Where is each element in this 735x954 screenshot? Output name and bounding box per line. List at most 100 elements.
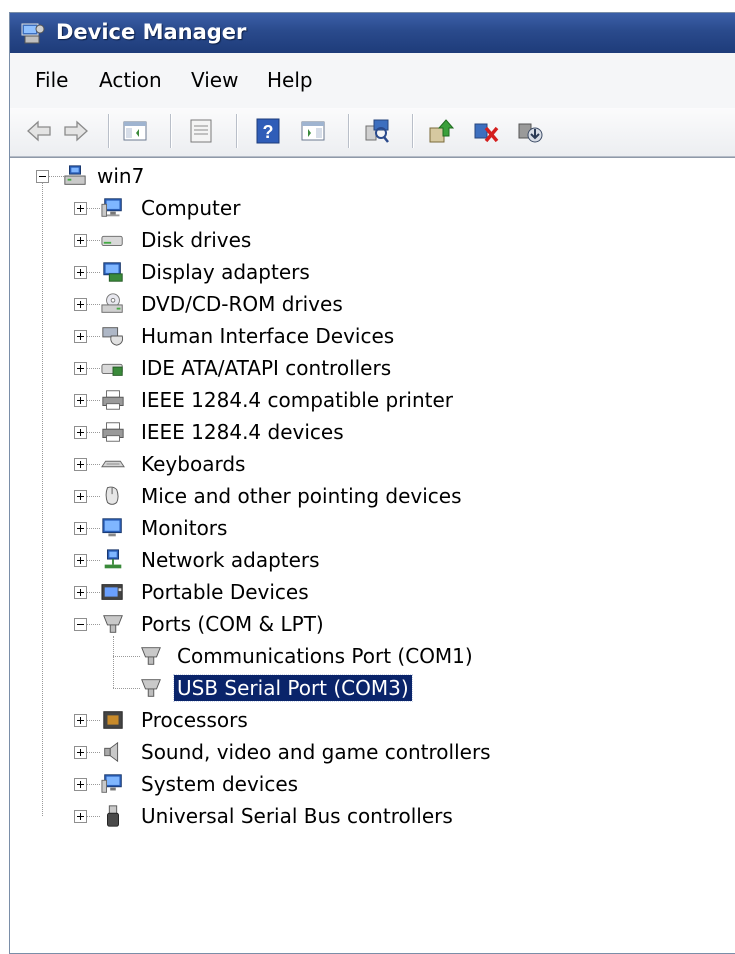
- monitor-icon: [102, 518, 122, 537]
- tree-connector-line: [87, 208, 100, 209]
- category-keyboards-label: Keyboards: [141, 452, 246, 476]
- expand-toggle-display-adapters[interactable]: [74, 266, 87, 279]
- title-bar[interactable]: Device Manager: [10, 13, 735, 53]
- tree-connector-line: [87, 304, 100, 305]
- tree-connector-line: [113, 656, 140, 657]
- back-icon[interactable]: [24, 116, 54, 146]
- port-icon: [141, 679, 161, 697]
- menu-bar: File Action View Help: [10, 53, 735, 109]
- device-tree[interactable]: win7 Computer Disk drives Display adapters D…: [10, 157, 735, 953]
- tree-connector-line: [87, 528, 100, 529]
- category-ide-ata-atapi-controllers-label: IDE ATA/ATAPI controllers: [141, 356, 392, 380]
- expand-toggle-monitors[interactable]: [74, 522, 87, 535]
- tree-connector-line: [113, 688, 140, 689]
- expand-toggle-ieee-1284-4-compatible-printer[interactable]: [74, 394, 87, 407]
- portable-device-icon: [101, 584, 123, 600]
- tree-connector-line: [87, 464, 100, 465]
- category-network-adapters-label: Network adapters: [141, 548, 320, 572]
- category-universal-serial-bus-controllers-label: Universal Serial Bus controllers: [141, 804, 453, 828]
- toolbar-separator: [170, 114, 171, 148]
- tree-connector-line: [87, 560, 100, 561]
- action-pane-icon[interactable]: [298, 116, 328, 146]
- tree-connector-line: [87, 240, 100, 241]
- printer-icon: [102, 390, 124, 410]
- expand-toggle-ieee-1284-4-devices[interactable]: [74, 426, 87, 439]
- category-sound-video-and-game-controllers-label: Sound, video and game controllers: [141, 740, 491, 764]
- tree-connector-line: [87, 400, 100, 401]
- device-manager-app-icon: [21, 23, 45, 44]
- tree-connector-line: [87, 784, 100, 785]
- expand-toggle-processors[interactable]: [74, 714, 87, 727]
- help-icon[interactable]: ?: [253, 116, 283, 146]
- properties-icon[interactable]: [186, 116, 216, 146]
- tree-connector-line: [87, 336, 100, 337]
- toolbar-separator: [348, 114, 349, 148]
- printer-icon: [102, 422, 124, 442]
- uninstall-icon[interactable]: [471, 116, 501, 146]
- menu-view[interactable]: View: [191, 68, 238, 92]
- category-disk-drives-label: Disk drives: [141, 228, 252, 252]
- port-usb-serial-port-com3-label: USB Serial Port (COM3): [173, 674, 413, 702]
- forward-icon[interactable]: [61, 116, 91, 146]
- menu-help[interactable]: Help: [267, 68, 313, 92]
- tree-connector-line: [87, 432, 100, 433]
- expand-toggle-disk-drives[interactable]: [74, 234, 87, 247]
- port-icon: [103, 615, 123, 633]
- expand-toggle-mice-and-other-pointing-devices[interactable]: [74, 490, 87, 503]
- device-manager-window: Device Manager File Action View Help ? w…: [9, 12, 735, 954]
- expand-toggle-portable-devices[interactable]: [74, 586, 87, 599]
- svg-text:?: ?: [263, 122, 274, 142]
- expand-toggle-ports-com-lpt[interactable]: [74, 618, 87, 631]
- category-computer-label: Computer: [141, 196, 241, 220]
- show-hide-console-tree-icon[interactable]: [120, 116, 150, 146]
- category-processors-label: Processors: [141, 708, 248, 732]
- ide-controller-icon: [101, 363, 123, 376]
- toolbar-separator: [236, 114, 237, 148]
- menu-file[interactable]: File: [35, 68, 68, 92]
- speaker-icon: [104, 741, 119, 763]
- expand-toggle-dvd-cd-rom-drives[interactable]: [74, 298, 87, 311]
- category-human-interface-devices-label: Human Interface Devices: [141, 324, 395, 348]
- expand-toggle-computer[interactable]: [74, 202, 87, 215]
- category-system-devices-label: System devices: [141, 772, 299, 796]
- toolbar-separator: [412, 114, 413, 148]
- computer-icon: [101, 198, 122, 217]
- root-collapse-toggle[interactable]: [36, 170, 49, 183]
- expand-toggle-system-devices[interactable]: [74, 778, 87, 791]
- tree-connector-line: [87, 624, 100, 625]
- tree-root-win7-label: win7: [97, 164, 145, 188]
- mouse-icon: [105, 486, 119, 505]
- system-device-icon: [101, 774, 122, 793]
- tree-connector-line: [87, 592, 100, 593]
- expand-toggle-sound-video-and-game-controllers[interactable]: [74, 746, 87, 759]
- category-ports-com-lpt-label: Ports (COM & LPT): [141, 612, 324, 636]
- menu-action[interactable]: Action: [99, 68, 162, 92]
- port-communications-port-com1-label: Communications Port (COM1): [177, 644, 473, 668]
- usb-icon: [107, 805, 119, 827]
- disable-icon[interactable]: [515, 116, 545, 146]
- update-driver-icon[interactable]: [426, 116, 456, 146]
- tree-connector-line: [87, 272, 100, 273]
- expand-toggle-network-adapters[interactable]: [74, 554, 87, 567]
- tree-connector-line: [87, 720, 100, 721]
- category-dvd-cd-rom-drives-label: DVD/CD-ROM drives: [141, 292, 343, 316]
- expand-toggle-ide-ata-atapi-controllers[interactable]: [74, 362, 87, 375]
- scan-hardware-icon[interactable]: [362, 116, 392, 146]
- hid-icon: [102, 327, 124, 346]
- toolbar-separator: [108, 114, 109, 148]
- category-monitors-label: Monitors: [141, 516, 228, 540]
- disk-drive-icon: [101, 235, 123, 246]
- tree-connector-line: [87, 368, 100, 369]
- tree-connector-line: [42, 183, 43, 816]
- tree-connector-line: [87, 752, 100, 753]
- expand-toggle-keyboards[interactable]: [74, 458, 87, 471]
- port-icon: [141, 647, 161, 665]
- toolbar: ?: [10, 108, 735, 157]
- category-portable-devices-label: Portable Devices: [141, 580, 309, 604]
- expand-toggle-universal-serial-bus-controllers[interactable]: [74, 810, 87, 823]
- display-adapter-icon: [103, 262, 123, 282]
- network-adapter-icon: [104, 549, 122, 569]
- expand-toggle-human-interface-devices[interactable]: [74, 330, 87, 343]
- category-mice-and-other-pointing-devices-label: Mice and other pointing devices: [141, 484, 462, 508]
- category-ieee-1284-4-devices-label: IEEE 1284.4 devices: [141, 420, 344, 444]
